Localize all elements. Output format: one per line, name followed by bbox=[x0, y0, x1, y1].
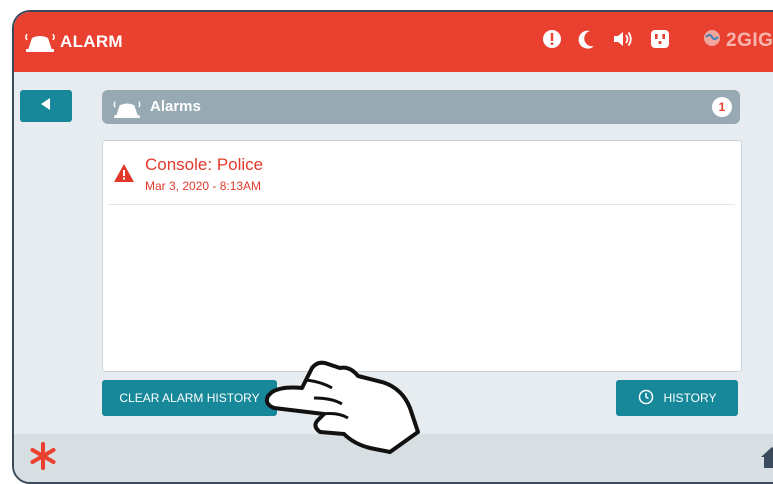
speaker-icon[interactable] bbox=[612, 29, 634, 49]
screen-title: ALARM bbox=[60, 32, 123, 51]
home-icon[interactable] bbox=[760, 445, 773, 474]
divider bbox=[109, 204, 735, 205]
list-item[interactable]: Console: Police Mar 3, 2020 - 8:13AM bbox=[103, 141, 741, 205]
history-button[interactable]: HISTORY bbox=[616, 380, 738, 416]
pointing-hand-icon bbox=[262, 352, 422, 462]
alert-icon[interactable] bbox=[542, 29, 562, 49]
back-arrow-icon bbox=[39, 97, 53, 116]
history-label: HISTORY bbox=[663, 391, 717, 405]
brand-logo: 2GIG bbox=[702, 28, 773, 53]
warning-icon bbox=[113, 163, 135, 188]
alarms-header-bar: Alarms 1 bbox=[102, 90, 740, 124]
alarm-siren-icon bbox=[112, 98, 142, 123]
status-icons bbox=[542, 29, 670, 49]
top-bar: ALARM 2GIG bbox=[14, 12, 773, 72]
clear-alarm-history-button[interactable]: CLEAR ALARM HISTORY bbox=[102, 380, 277, 416]
outlet-icon[interactable] bbox=[650, 29, 670, 49]
moon-icon[interactable] bbox=[578, 29, 596, 49]
alarms-title: Alarms bbox=[150, 98, 201, 115]
alarm-list: Console: Police Mar 3, 2020 - 8:13AM bbox=[102, 140, 742, 372]
alarm-time: Mar 3, 2020 - 8:13AM bbox=[145, 179, 262, 193]
alarm-siren-icon bbox=[24, 30, 56, 57]
alarm-name: Console: Police bbox=[145, 155, 264, 174]
globe-icon bbox=[702, 28, 722, 53]
clock-icon bbox=[638, 389, 654, 408]
alarm-count-badge: 1 bbox=[712, 97, 732, 117]
back-button[interactable] bbox=[20, 90, 72, 122]
asterisk-icon[interactable] bbox=[28, 441, 58, 476]
brand-name: 2GIG bbox=[726, 29, 773, 51]
